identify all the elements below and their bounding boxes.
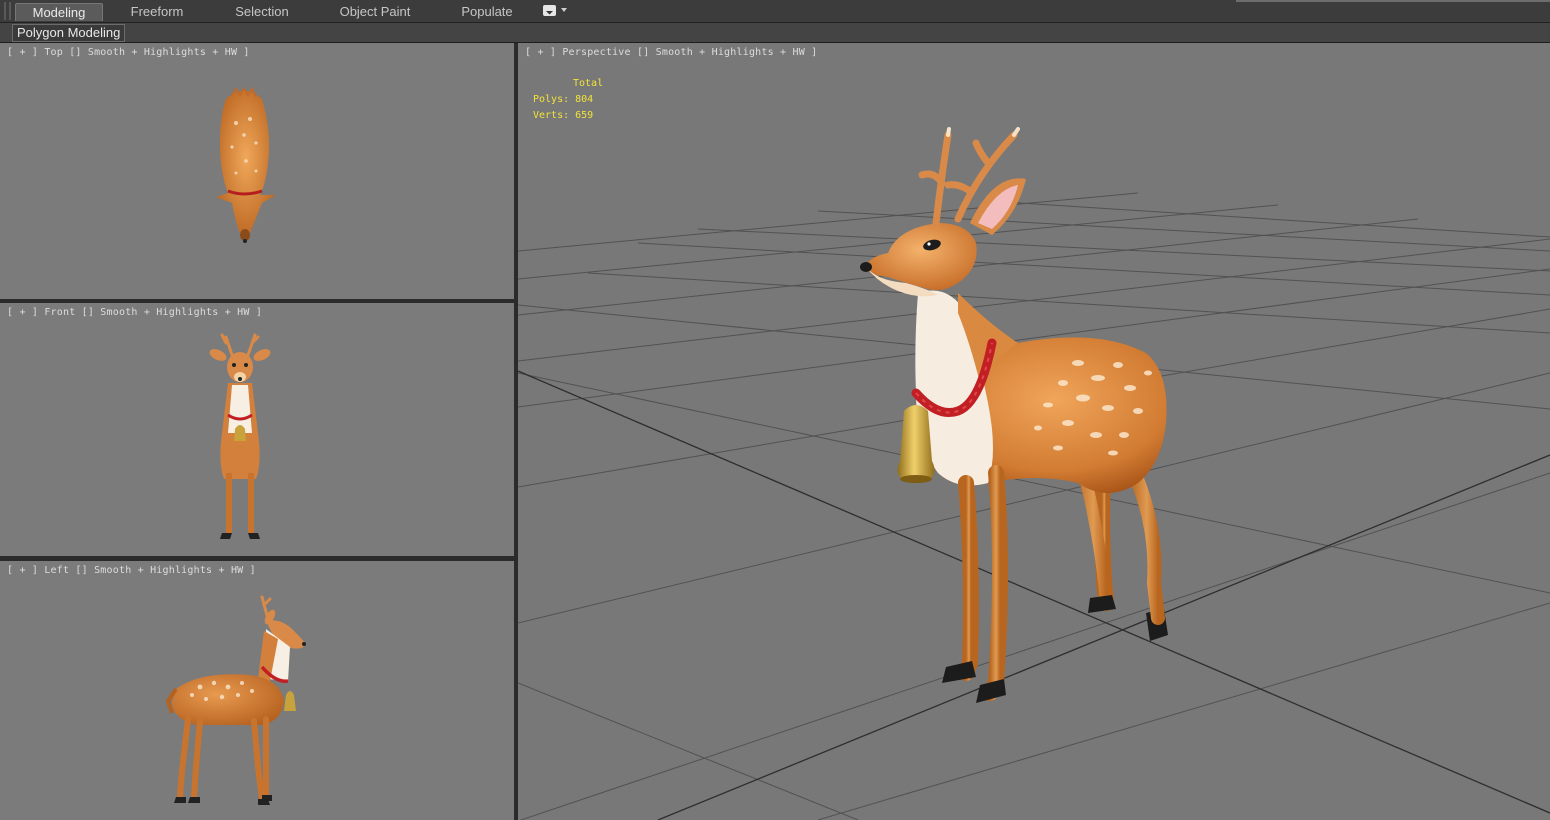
viewport-front[interactable]: [ + ] Front [] Smooth + Highlights + HW … — [0, 303, 514, 556]
tab-populate[interactable]: Populate — [442, 3, 532, 20]
fawn-model-front-view — [209, 333, 271, 539]
viewport-label-front[interactable]: [ + ] Front [] Smooth + Highlights + HW … — [7, 307, 262, 318]
ribbon-divider — [1236, 0, 1550, 2]
ribbon-panel-bar: Polygon Modeling — [0, 23, 1550, 43]
polygon-modeling-panel-toggle[interactable]: Polygon Modeling — [12, 24, 126, 42]
ribbon-grip[interactable] — [9, 2, 11, 20]
perspective-scene — [518, 127, 1550, 820]
tab-object-paint[interactable]: Object Paint — [324, 3, 426, 20]
viewport-top[interactable]: [ + ] Top [] Smooth + Highlights + HW ] — [0, 43, 514, 299]
tab-freeform[interactable]: Freeform — [112, 3, 202, 20]
stats-polys: Polys: 804 — [533, 94, 594, 105]
stats-verts: Verts: 659 — [533, 110, 594, 121]
viewport-label-perspective[interactable]: [ + ] Perspective [] Smooth + Highlights… — [525, 47, 817, 58]
viewport-label-top[interactable]: [ + ] Top [] Smooth + Highlights + HW ] — [7, 47, 250, 58]
ground-grid — [518, 192, 1550, 820]
scene-statistics: Total Polys: 804 Verts: 659 — [533, 76, 603, 124]
fawn-model-left-view — [165, 595, 306, 805]
stats-total-header: Total — [573, 78, 604, 89]
tab-modeling[interactable]: Modeling — [15, 3, 103, 21]
fawn-model-top-view — [216, 87, 276, 243]
tab-selection[interactable]: Selection — [214, 3, 310, 20]
ribbon-options-dropdown-icon[interactable] — [543, 5, 569, 18]
viewport-label-left[interactable]: [ + ] Left [] Smooth + Highlights + HW ] — [7, 565, 256, 576]
ribbon-grip[interactable] — [4, 2, 6, 20]
ribbon-tab-bar: Modeling Freeform Selection Object Paint… — [0, 0, 1550, 23]
viewport-left[interactable]: [ + ] Left [] Smooth + Highlights + HW ] — [0, 561, 514, 820]
viewport-perspective[interactable]: [ + ] Perspective [] Smooth + Highlights… — [518, 43, 1550, 820]
